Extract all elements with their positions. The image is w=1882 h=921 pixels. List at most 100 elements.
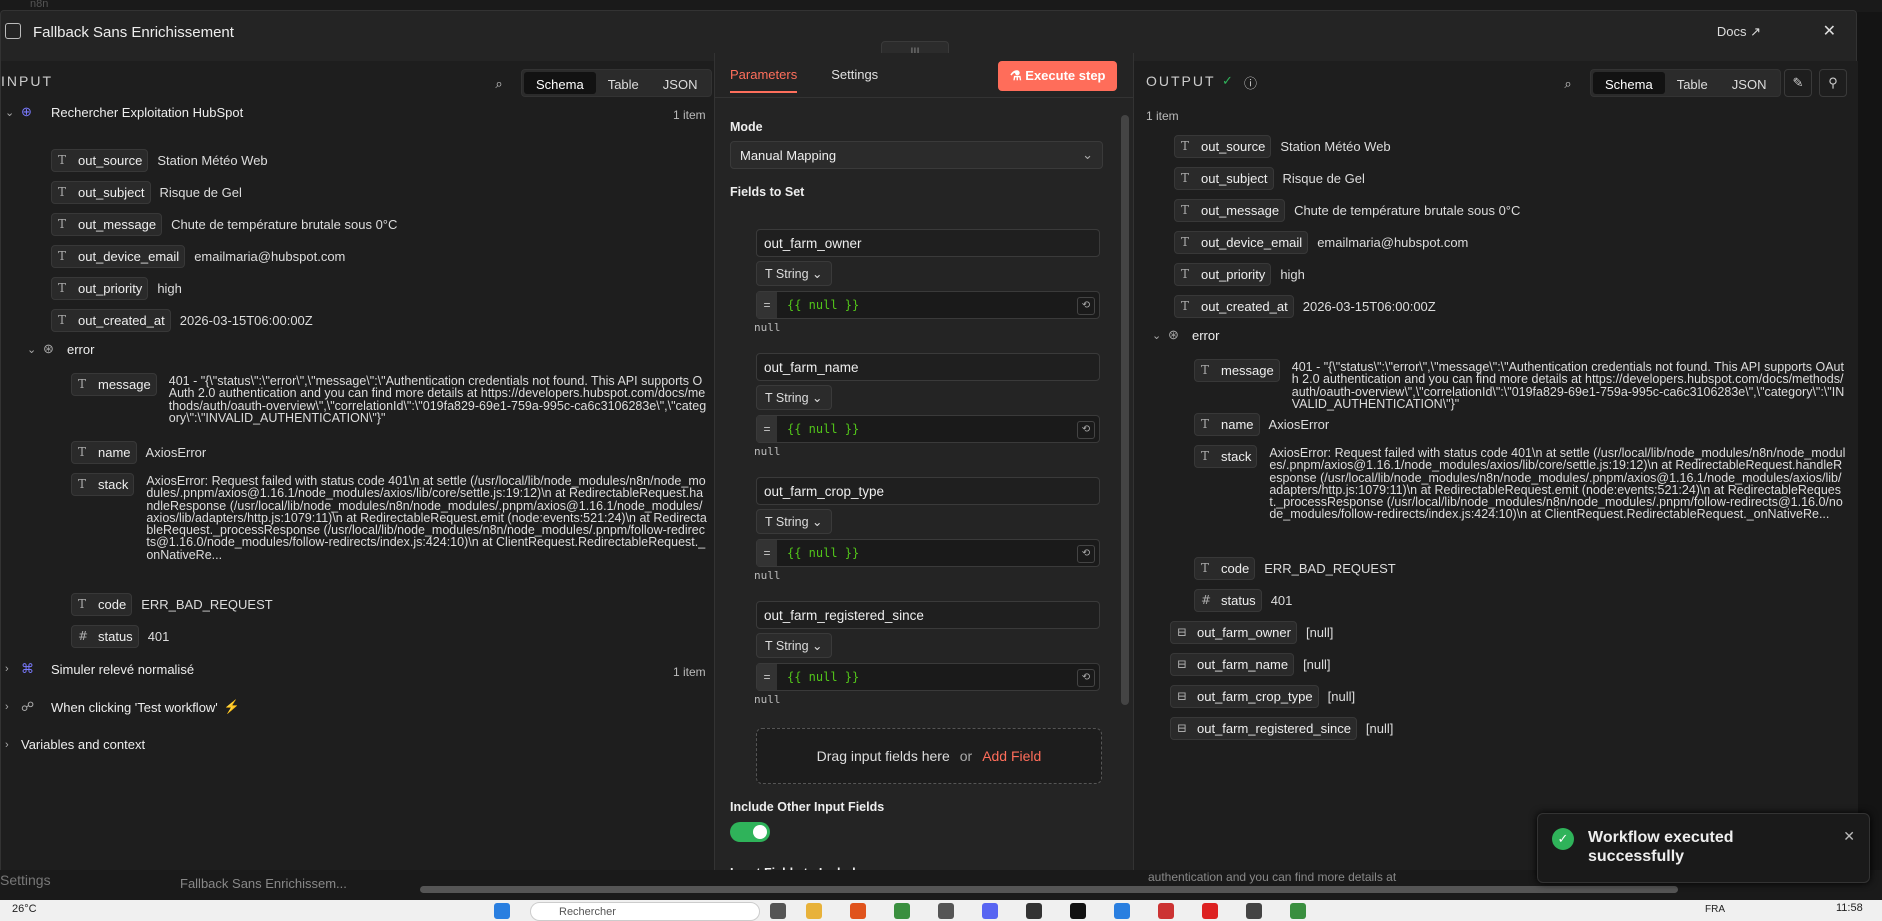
edit-node-icon[interactable] <box>5 23 21 39</box>
schema-field[interactable]: Tmessage 401 - "{\"status\":\"error\",\"m… <box>71 373 707 424</box>
schema-field[interactable]: Tcode ERR_BAD_REQUEST <box>71 593 273 616</box>
value-expression[interactable]: = {{ null }} ⟲ <box>756 663 1100 691</box>
field-name-input[interactable]: out_farm_crop_type <box>756 477 1100 505</box>
schema-field[interactable]: Tstack AxiosError: Request failed with st… <box>71 473 707 561</box>
chevron-down-icon[interactable]: ⌄ <box>5 106 21 119</box>
schema-field[interactable]: ⊟ out_farm_owner [null] <box>1170 621 1333 644</box>
schema-field[interactable]: Tout_subject Risque de Gel <box>1174 167 1365 190</box>
view-table[interactable]: Table <box>1665 72 1720 94</box>
schema-field[interactable]: ⊟ out_farm_registered_since [null] <box>1170 717 1393 740</box>
pin-icon[interactable]: ⚲ <box>1819 69 1847 97</box>
variables-context[interactable]: › Variables and context <box>5 737 145 752</box>
schema-field[interactable]: Tout_device_email emailmaria@hubspot.com <box>1174 231 1468 254</box>
view-schema[interactable]: Schema <box>524 72 596 94</box>
task-view-icon[interactable] <box>770 903 786 919</box>
tab-settings[interactable]: Settings <box>831 67 878 93</box>
horizontal-scrollbar[interactable] <box>420 886 1678 893</box>
schema-field[interactable]: ⊟ out_farm_name [null] <box>1170 653 1331 676</box>
value-expression[interactable]: = {{ null }} ⟲ <box>756 415 1100 443</box>
schema-field[interactable]: Tout_priority high <box>1174 263 1305 286</box>
search-icon[interactable]: ⌕ <box>485 70 513 98</box>
schema-field[interactable]: Tout_created_at 2026-03-15T06:00:00Z <box>51 309 313 332</box>
error-label: error <box>67 341 95 357</box>
docs-link[interactable]: Docs ↗ <box>1717 24 1761 40</box>
drag-icon[interactable]: ⟲ <box>1077 669 1095 687</box>
value-expression[interactable]: = {{ null }} ⟲ <box>756 291 1100 319</box>
drag-icon[interactable]: ⟲ <box>1077 421 1095 439</box>
app-icon[interactable] <box>1026 903 1042 919</box>
language-indicator[interactable]: FRA <box>1705 904 1725 915</box>
chevron-down-icon[interactable]: ⌄ <box>27 343 43 356</box>
node-title[interactable]: Fallback Sans Enrichissement <box>33 24 234 41</box>
app-icon[interactable] <box>1070 903 1086 919</box>
schema-field[interactable]: Tout_message Chute de température brutale… <box>1174 199 1520 222</box>
chrome-icon[interactable] <box>894 903 910 919</box>
brave-icon[interactable] <box>850 903 866 919</box>
taskbar-search[interactable]: Rechercher <box>530 902 760 921</box>
view-table[interactable]: Table <box>596 72 651 94</box>
field-name-input[interactable]: out_farm_name <box>756 353 1100 381</box>
schema-field[interactable]: ⊟ out_farm_crop_type [null] <box>1170 685 1355 708</box>
schema-field[interactable]: Tout_source Station Météo Web <box>1174 135 1391 158</box>
schema-field[interactable]: Tcode ERR_BAD_REQUEST <box>1194 557 1396 580</box>
schema-field[interactable]: Tout_subject Risque de Gel <box>51 181 242 204</box>
type-select[interactable]: T String ⌄ <box>756 509 832 534</box>
add-field-link[interactable]: Add Field <box>982 748 1041 764</box>
schema-field[interactable]: Tname AxiosError <box>71 441 206 464</box>
drop-zone[interactable]: Drag input fields here or Add Field <box>756 728 1102 784</box>
close-icon[interactable]: ✕ <box>1843 828 1855 845</box>
background-tab[interactable]: Fallback Sans Enrichissem... <box>180 876 347 891</box>
include-other-toggle[interactable] <box>730 822 770 842</box>
tab-parameters[interactable]: Parameters <box>730 67 798 93</box>
app-icon[interactable] <box>1202 903 1218 919</box>
field-name-input[interactable]: out_farm_owner <box>756 229 1100 257</box>
node-simuler[interactable]: › ⌘ Simuler relevé normalisé <box>5 661 194 677</box>
schema-field[interactable]: Tout_priority high <box>51 277 182 300</box>
discord-icon[interactable] <box>982 903 998 919</box>
app-icon[interactable] <box>938 903 954 919</box>
scrollbar[interactable] <box>1121 115 1129 705</box>
schema-field[interactable]: Tname AxiosError <box>1194 413 1329 436</box>
schema-field[interactable]: Tout_source Station Météo Web <box>51 149 268 172</box>
drag-icon[interactable]: ⟲ <box>1077 297 1095 315</box>
field-name-input[interactable]: out_farm_registered_since <box>756 601 1100 629</box>
chevron-down-icon[interactable]: ⌄ <box>1152 329 1168 342</box>
schema-field[interactable]: Tstack AxiosError: Request failed with st… <box>1194 445 1846 521</box>
app-icon[interactable] <box>1290 903 1306 919</box>
error-object[interactable]: ⌄ ⊛ error <box>27 341 94 357</box>
node-trigger[interactable]: › ☍ When clicking 'Test workflow' ⚡ <box>5 699 240 715</box>
value-expression[interactable]: = {{ null }} ⟲ <box>756 539 1100 567</box>
execute-step-button[interactable]: ⚗ Execute step <box>998 61 1118 91</box>
view-schema[interactable]: Schema <box>1593 72 1665 94</box>
schema-field[interactable]: Tout_created_at 2026-03-15T06:00:00Z <box>1174 295 1436 318</box>
schema-field[interactable]: # status 401 <box>1194 589 1292 612</box>
schema-field[interactable]: Tmessage 401 - "{\"status\":\"error\",\"m… <box>1194 359 1846 410</box>
error-object[interactable]: ⌄ ⊛ error <box>1152 327 1219 343</box>
node-rechercher[interactable]: ⌄ ⊕ Rechercher Exploitation HubSpot <box>5 104 243 120</box>
chevron-right-icon[interactable]: › <box>5 739 21 751</box>
weather-widget[interactable]: 26°C <box>12 903 37 915</box>
mode-select[interactable]: Manual Mapping ⌄ <box>730 141 1103 169</box>
clock[interactable]: 11:58 <box>1836 902 1863 914</box>
schema-field[interactable]: Tout_message Chute de température brutale… <box>51 213 397 236</box>
app-icon[interactable] <box>1246 903 1262 919</box>
folder-icon[interactable] <box>806 903 822 919</box>
close-icon[interactable]: ✕ <box>1823 21 1836 41</box>
type-select[interactable]: T String ⌄ <box>756 633 832 658</box>
edit-output-icon[interactable]: ✎ <box>1784 69 1812 97</box>
search-icon[interactable]: ⌕ <box>1554 70 1582 98</box>
view-json[interactable]: JSON <box>1720 72 1779 94</box>
app-icon[interactable] <box>1114 903 1130 919</box>
app-icon[interactable] <box>1158 903 1174 919</box>
view-json[interactable]: JSON <box>651 72 710 94</box>
sidebar-settings[interactable]: Settings <box>0 872 51 888</box>
info-icon[interactable]: ⓘ <box>1244 73 1257 92</box>
windows-start-icon[interactable] <box>494 903 510 919</box>
drag-icon[interactable]: ⟲ <box>1077 545 1095 563</box>
chevron-right-icon[interactable]: › <box>5 663 21 675</box>
schema-field[interactable]: Tout_device_email emailmaria@hubspot.com <box>51 245 345 268</box>
schema-field[interactable]: # status 401 <box>71 625 169 648</box>
type-select[interactable]: T String ⌄ <box>756 261 832 286</box>
type-select[interactable]: T String ⌄ <box>756 385 832 410</box>
chevron-right-icon[interactable]: › <box>5 701 21 713</box>
